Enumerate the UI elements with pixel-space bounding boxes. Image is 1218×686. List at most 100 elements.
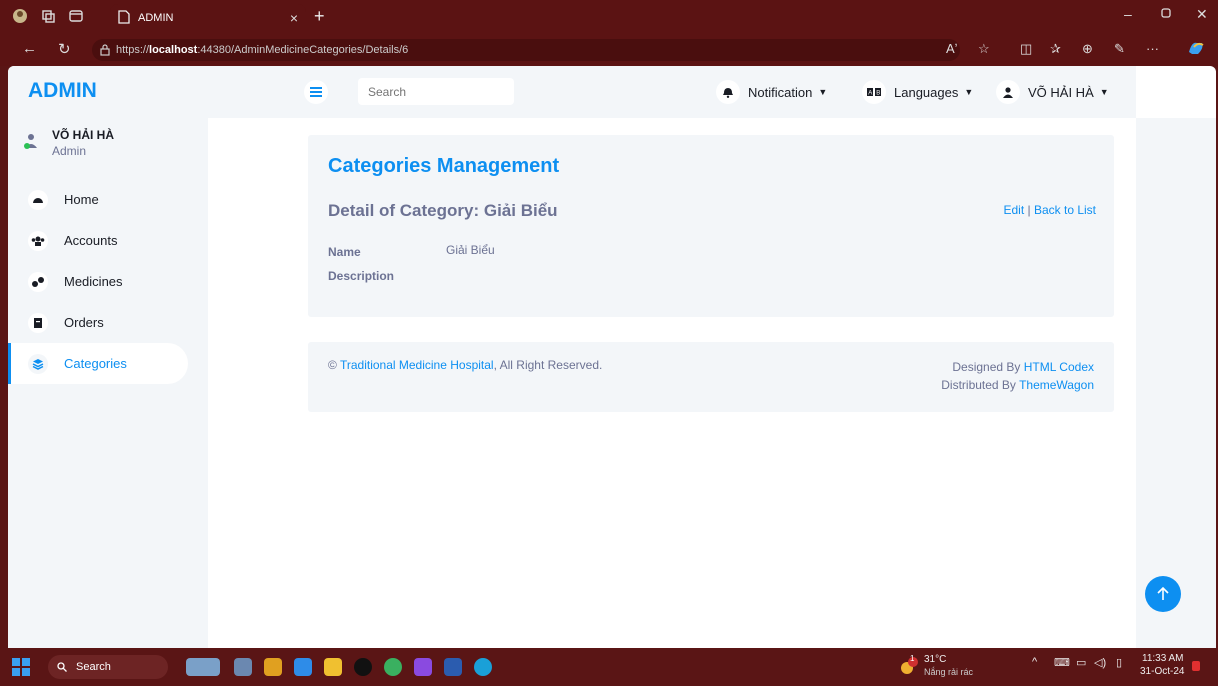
- sidebar-item-label: Categories: [64, 356, 127, 371]
- edge-app-icon[interactable]: [474, 658, 492, 676]
- copilot-icon[interactable]: [1186, 38, 1206, 61]
- back-to-top-button[interactable]: [1145, 576, 1181, 612]
- dashboard-icon: [28, 189, 48, 210]
- users-icon: [28, 230, 48, 251]
- show-hidden-icons[interactable]: ^: [1032, 656, 1037, 668]
- page-title: Categories Management: [328, 155, 560, 177]
- file-explorer-icon[interactable]: [324, 658, 342, 676]
- visual-studio-icon[interactable]: [414, 658, 432, 676]
- sidebar-item-accounts[interactable]: Accounts: [8, 220, 208, 261]
- arrow-up-icon: [1157, 587, 1169, 600]
- copilot-app-icon[interactable]: [264, 658, 282, 676]
- back-to-list-link[interactable]: Back to List: [1034, 203, 1096, 217]
- refresh-icon[interactable]: ↻: [58, 40, 71, 58]
- workspaces-icon[interactable]: [40, 8, 56, 24]
- user-icon: [996, 80, 1020, 104]
- windows-start-icon[interactable]: [12, 658, 30, 681]
- taskbar-search[interactable]: Search: [48, 655, 168, 679]
- sidebar-item-categories[interactable]: Categories: [8, 343, 188, 384]
- html-codex-link[interactable]: HTML Codex: [1024, 360, 1094, 374]
- weather-desc: Nắng rải rác: [924, 667, 974, 677]
- extensions-icon[interactable]: ✎: [1114, 41, 1125, 57]
- sidebar: ADMIN VÕ HẢI HÀ Admin Home Accounts Medi…: [8, 66, 208, 648]
- sidebar-item-label: Accounts: [64, 233, 118, 248]
- field-label: Description: [328, 269, 395, 283]
- brand-logo[interactable]: ADMIN: [28, 79, 97, 103]
- more-menu-icon[interactable]: ···: [1146, 41, 1159, 56]
- field-label: Name: [328, 245, 361, 259]
- rights-text: , All Right Reserved.: [493, 358, 603, 372]
- address-bar[interactable]: https://localhost:44380/AdminMedicineCat…: [92, 39, 960, 61]
- page-viewport: ADMIN VÕ HẢI HÀ Admin Home Accounts Medi…: [8, 66, 1216, 648]
- sidebar-item-orders[interactable]: Orders: [8, 302, 208, 343]
- tab-actions-icon[interactable]: [68, 8, 84, 24]
- taskbar-search-label: Search: [76, 661, 111, 673]
- bell-icon: [716, 80, 740, 104]
- minimize-icon[interactable]: –: [1124, 6, 1132, 22]
- user-avatar-icon: [24, 132, 38, 152]
- file-icon: [28, 312, 48, 333]
- clock-date[interactable]: 31-Oct-24: [1140, 666, 1184, 677]
- collections-icon[interactable]: ⊕: [1082, 41, 1093, 57]
- read-aloud-icon[interactable]: Aʼ: [946, 41, 958, 56]
- designed-by-text: Designed By: [952, 360, 1021, 374]
- weather-temp: 31°C: [924, 654, 947, 665]
- widgets-app-icon[interactable]: [186, 658, 220, 676]
- action-separator: |: [1027, 203, 1031, 217]
- tab-admin[interactable]: ADMIN ×: [110, 4, 306, 32]
- pills-icon: [28, 271, 48, 292]
- sidebar-item-label: Orders: [64, 315, 104, 330]
- sidebar-item-home[interactable]: Home: [8, 179, 208, 220]
- svg-text:A: A: [868, 91, 872, 97]
- languages-dropdown[interactable]: AB Languages ▼: [862, 80, 973, 104]
- edit-link[interactable]: Edit: [1003, 203, 1024, 217]
- chevron-down-icon: ▼: [1099, 87, 1109, 97]
- language-icon: AB: [862, 80, 886, 104]
- page-footer: © Traditional Medicine Hospital, All Rig…: [308, 342, 1114, 412]
- themewagon-link[interactable]: ThemeWagon: [1019, 378, 1094, 392]
- favorite-star-icon[interactable]: ☆: [978, 41, 990, 57]
- user-label: VÕ HẢI HÀ: [1028, 84, 1094, 100]
- profile-avatar-icon[interactable]: [12, 8, 28, 24]
- search-input[interactable]: [358, 78, 514, 105]
- word-app-icon[interactable]: [444, 658, 462, 676]
- favorites-icon[interactable]: ✰: [1050, 41, 1061, 57]
- pen-menu-icon[interactable]: ⌨: [1054, 656, 1070, 669]
- back-arrow-icon[interactable]: ←: [22, 40, 37, 57]
- user-dropdown[interactable]: VÕ HẢI HÀ ▼: [996, 80, 1109, 104]
- os-taskbar: Search 1 31°C Nắng rải rác ^ ⌨ ▭ ◁) ▯ 11…: [0, 648, 1218, 686]
- copyright-symbol: ©: [328, 358, 337, 372]
- url-prefix: https://: [116, 44, 150, 56]
- clock-time[interactable]: 11:33 AM: [1142, 653, 1184, 664]
- notification-dropdown[interactable]: Notification ▼: [716, 80, 827, 104]
- chevron-down-icon: ▼: [964, 87, 974, 97]
- sidebar-user: VÕ HẢI HÀ Admin: [24, 126, 204, 166]
- todo-app-icon[interactable]: [294, 658, 312, 676]
- split-screen-icon[interactable]: ◫: [1020, 41, 1032, 57]
- sidebar-toggle-button[interactable]: [304, 80, 328, 104]
- hospital-link[interactable]: Traditional Medicine Hospital: [340, 358, 494, 372]
- footer-credits: Designed By HTML Codex Distributed By Th…: [941, 358, 1094, 394]
- volume-icon[interactable]: ◁): [1094, 656, 1106, 669]
- new-tab-button[interactable]: +: [314, 6, 325, 27]
- battery-icon[interactable]: ▯: [1116, 656, 1122, 669]
- close-window-icon[interactable]: ✕: [1196, 6, 1208, 23]
- top-navbar: Notification ▼ AB Languages ▼ VÕ HẢI HÀ …: [208, 66, 1136, 118]
- field-value: Giải Biểu: [446, 243, 495, 257]
- detail-actions: Edit | Back to List: [1003, 203, 1096, 217]
- tiktok-app-icon[interactable]: [354, 658, 372, 676]
- sidebar-nav: Home Accounts Medicines Orders Categorie…: [8, 179, 208, 384]
- url-path: :44380/AdminMedicineCategories/Details/6: [197, 44, 409, 56]
- sidebar-user-role: Admin: [52, 144, 87, 158]
- sidebar-item-medicines[interactable]: Medicines: [8, 261, 208, 302]
- weather-icon[interactable]: [898, 656, 920, 681]
- network-icon[interactable]: ▭: [1076, 656, 1086, 669]
- weather-badge: 1: [910, 654, 915, 663]
- detail-heading: Detail of Category: Giải Biểu: [328, 201, 558, 220]
- notification-bell-icon[interactable]: [1192, 661, 1200, 671]
- restore-icon[interactable]: [1160, 6, 1172, 22]
- task-view-icon[interactable]: [234, 658, 252, 676]
- tab-close-button[interactable]: ×: [290, 10, 298, 26]
- chrome-app-icon[interactable]: [384, 658, 402, 676]
- languages-label: Languages: [894, 84, 959, 100]
